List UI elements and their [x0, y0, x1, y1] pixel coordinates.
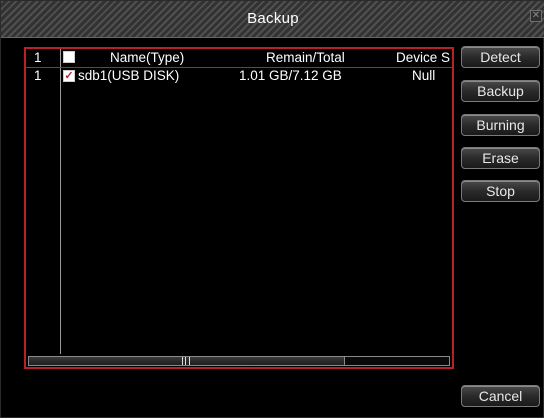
device-table: 1 Name(Type) Remain/Total Device S 1 ✓ s…	[24, 47, 454, 369]
table-row[interactable]: 1 ✓ sdb1(USB DISK) 1.01 GB/7.12 GB Null	[26, 67, 452, 85]
erase-button[interactable]: Erase	[461, 147, 540, 169]
row-device-status: Null	[412, 68, 436, 83]
stop-button[interactable]: Stop	[461, 180, 540, 202]
header-device-status: Device S	[396, 50, 451, 65]
row-device-name: sdb1(USB DISK)	[78, 68, 180, 83]
scrollbar-grip-icon	[182, 357, 190, 365]
header-name-type: Name(Type)	[110, 50, 185, 65]
select-all-checkbox[interactable]	[63, 51, 75, 63]
dialog-title: Backup	[247, 10, 299, 27]
detect-button[interactable]: Detect	[461, 46, 540, 68]
title-bar: Backup ✕	[1, 1, 544, 38]
backup-button[interactable]: Backup	[461, 80, 540, 102]
close-icon[interactable]: ✕	[530, 10, 542, 22]
header-remain-total: Remain/Total	[266, 50, 345, 65]
row-index: 1	[34, 68, 42, 83]
column-divider	[60, 49, 61, 354]
cancel-button[interactable]: Cancel	[461, 385, 540, 407]
backup-dialog: Backup ✕ 1 Name(Type) Remain/Total Devic…	[0, 0, 544, 418]
horizontal-scrollbar[interactable]	[28, 356, 450, 366]
scrollbar-thumb[interactable]	[29, 357, 345, 365]
header-index: 1	[34, 50, 42, 65]
burning-button[interactable]: Burning	[461, 114, 540, 136]
table-header: 1 Name(Type) Remain/Total Device S	[26, 49, 452, 68]
row-remain-total: 1.01 GB/7.12 GB	[239, 68, 342, 83]
row-checkbox[interactable]: ✓	[63, 70, 75, 82]
